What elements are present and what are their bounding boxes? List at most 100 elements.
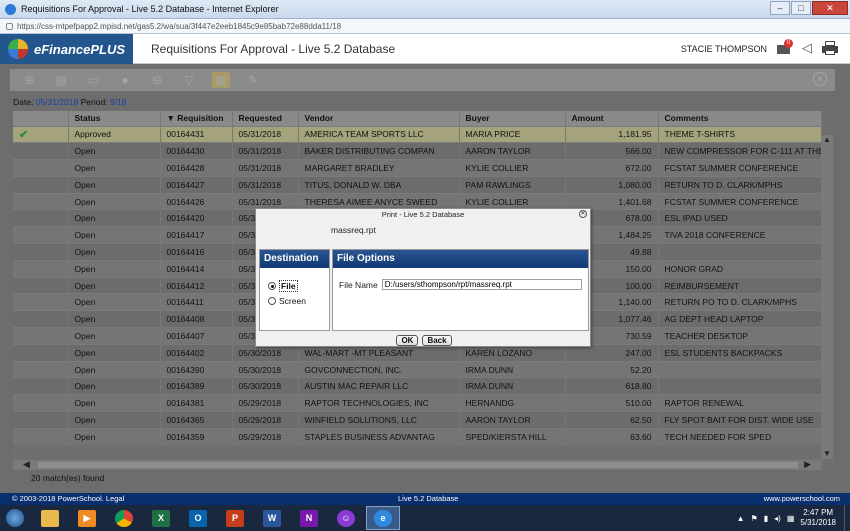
taskbar-media[interactable]: ▶ xyxy=(70,506,104,530)
media-player-icon: ▶ xyxy=(78,509,96,527)
row-status: Open xyxy=(68,226,161,244)
start-button[interactable] xyxy=(0,505,30,531)
period-label: Period: xyxy=(80,97,108,107)
row-check xyxy=(13,226,69,244)
file-name-input[interactable] xyxy=(381,279,582,290)
minimize-button[interactable]: – xyxy=(770,1,790,15)
row-comment: FCSTAT SUMMER CONFERENCE xyxy=(658,159,822,177)
scroll-right-icon[interactable]: ▶ xyxy=(804,459,811,470)
flag-icon[interactable]: ⚑ xyxy=(751,514,758,523)
print-toolbar-icon[interactable]: ▭ xyxy=(84,72,102,88)
brand-logo[interactable]: eFinancePLUS xyxy=(0,34,133,64)
add-icon[interactable]: ⊕ xyxy=(20,72,38,88)
row-status: Open xyxy=(68,259,161,278)
table-row[interactable]: ✔ Approved 00164431 05/31/2018 AMERICA TEAM … xyxy=(13,125,822,143)
table-row[interactable]: Open 00164390 05/30/2018 GOVCONNECTION, INC… xyxy=(13,360,822,378)
table-row[interactable]: Open 00164381 05/29/2018 RAPTOR TECHNOLOGIE… xyxy=(13,394,822,412)
table-row[interactable]: Open 00164359 05/29/2018 STAPLES BUSINESS A… xyxy=(13,427,822,446)
taskbar-onenote[interactable]: N xyxy=(292,506,326,530)
table-row[interactable]: Open 00164389 05/30/2018 AUSTIN MAC REPAIR … xyxy=(13,377,822,395)
windows-orb-icon xyxy=(6,509,24,527)
taskbar-chrome[interactable] xyxy=(107,506,141,530)
taskbar-explorer[interactable] xyxy=(33,506,67,530)
scroll-thumb[interactable] xyxy=(38,462,798,468)
row-requisition: 00164359 xyxy=(160,427,233,446)
col-header-comments[interactable]: Comments xyxy=(658,111,822,126)
vertical-scrollbar[interactable]: ▲ ▼ xyxy=(821,135,833,459)
row-check xyxy=(13,411,69,429)
radio-screen-option[interactable]: Screen xyxy=(268,296,329,306)
row-status: Open xyxy=(68,209,161,227)
row-status: Open xyxy=(68,360,161,378)
battery-icon[interactable]: ▮ xyxy=(764,514,768,523)
col-header-requisition[interactable]: ▼ Requisition xyxy=(160,111,233,126)
row-requisition: 00164416 xyxy=(160,243,233,261)
table-row[interactable]: Open 00164430 05/31/2018 BAKER DISTRIBUTING… xyxy=(13,142,822,160)
row-requested: 05/29/2018 xyxy=(232,411,299,429)
row-status: Open xyxy=(68,142,161,160)
scroll-left-icon[interactable]: ◀ xyxy=(23,459,30,470)
taskbar-ie[interactable]: e xyxy=(366,506,400,530)
user-name[interactable]: STACIE THOMPSON xyxy=(681,44,767,54)
col-header-buyer[interactable]: Buyer xyxy=(459,111,566,126)
horizontal-scrollbar[interactable]: ◀ ▶ xyxy=(13,459,821,470)
taskbar-powerpoint[interactable]: P xyxy=(218,506,252,530)
date-link[interactable]: 05/31/2018 xyxy=(36,97,79,107)
ok-button[interactable]: OK xyxy=(396,335,419,346)
col-header-vendor[interactable]: Vendor xyxy=(298,111,460,126)
taskbar-excel[interactable]: X xyxy=(144,506,178,530)
clock[interactable]: 2:47 PM 5/31/2018 xyxy=(800,508,836,528)
period-link[interactable]: 9/18 xyxy=(110,97,127,107)
close-window-button[interactable]: ✕ xyxy=(812,1,848,15)
approve-icon[interactable]: ● xyxy=(116,72,134,88)
row-comment: ESL STUDENTS BACKPACKS xyxy=(658,343,822,362)
taskbar-word[interactable]: W xyxy=(255,506,289,530)
row-buyer: IRMA DUNN xyxy=(459,360,566,378)
network-icon[interactable]: ▦ xyxy=(787,514,795,523)
back-button[interactable]: Back xyxy=(422,335,452,346)
table-header-row: Status ▼ Requisition Requested Vendor Bu… xyxy=(13,111,822,126)
radio-file[interactable] xyxy=(268,282,276,290)
col-header-select[interactable] xyxy=(13,111,69,126)
maximize-button[interactable]: □ xyxy=(791,1,811,15)
show-desktop-button[interactable] xyxy=(844,505,850,531)
radio-file-option[interactable]: File xyxy=(268,280,329,292)
radio-screen-label[interactable]: Screen xyxy=(279,296,306,306)
delete-icon[interactable]: ▤ xyxy=(52,72,70,88)
taskbar-outlook[interactable]: O xyxy=(181,506,215,530)
printer-icon[interactable] xyxy=(822,40,838,56)
taskbar-app[interactable]: ☺ xyxy=(329,506,363,530)
radio-screen[interactable] xyxy=(268,297,276,305)
tray-arrow-icon[interactable]: ▲ xyxy=(737,514,745,523)
row-vendor: AUSTIN MAC REPAIR LLC xyxy=(298,377,460,395)
table-row[interactable]: Open 00164428 05/31/2018 MARGARET BRADLEY KY… xyxy=(13,159,822,177)
print-dialog: Print - Live 5.2 Database ✕ massreq.rpt … xyxy=(255,208,591,347)
window-controls: – □ ✕ xyxy=(770,1,848,15)
footer-website-link[interactable]: www.powerschool.com xyxy=(764,494,840,503)
col-header-requested[interactable]: Requested xyxy=(232,111,299,126)
dialog-report-file: massreq.rpt xyxy=(331,225,376,235)
page-title: Requisitions For Approval - Live 5.2 Dat… xyxy=(151,42,396,56)
dialog-close-icon[interactable]: ✕ xyxy=(579,210,587,218)
close-toolbar-icon[interactable]: ✕ xyxy=(813,72,827,86)
scroll-up-icon[interactable]: ▲ xyxy=(821,135,833,145)
footer-copyright[interactable]: © 2003-2018 PowerSchool. Legal xyxy=(12,494,124,503)
address-bar[interactable]: https://css-mtpefpapp2.mpisd.net/gas5.2/… xyxy=(0,19,850,34)
radio-file-label[interactable]: File xyxy=(279,280,298,292)
mail-icon[interactable]: 0 xyxy=(776,39,793,56)
table-row[interactable]: Open 00164427 05/31/2018 TITUS, DONALD W. D… xyxy=(13,175,822,194)
row-buyer: AARON TAYLOR xyxy=(459,411,566,429)
table-row[interactable]: Open 00164365 05/29/2018 WINFIELD SOLUTIONS… xyxy=(13,411,822,429)
reject-icon[interactable]: ⊖ xyxy=(148,72,166,88)
col-header-amount[interactable]: Amount xyxy=(565,111,659,126)
row-buyer: IRMA DUNN xyxy=(459,377,566,395)
edit-icon[interactable]: ✎ xyxy=(244,72,262,88)
col-header-status[interactable]: Status xyxy=(68,111,161,126)
megaphone-icon[interactable]: ◁ xyxy=(799,40,815,56)
row-requested: 05/29/2018 xyxy=(232,394,299,412)
scroll-down-icon[interactable]: ▼ xyxy=(821,449,833,459)
address-url[interactable]: https://css-mtpefpapp2.mpisd.net/gas5.2/… xyxy=(17,22,341,31)
report-icon[interactable]: ▦ xyxy=(212,72,230,88)
filter-icon[interactable]: ▽ xyxy=(180,72,198,88)
volume-icon[interactable]: ◂) xyxy=(774,514,781,523)
